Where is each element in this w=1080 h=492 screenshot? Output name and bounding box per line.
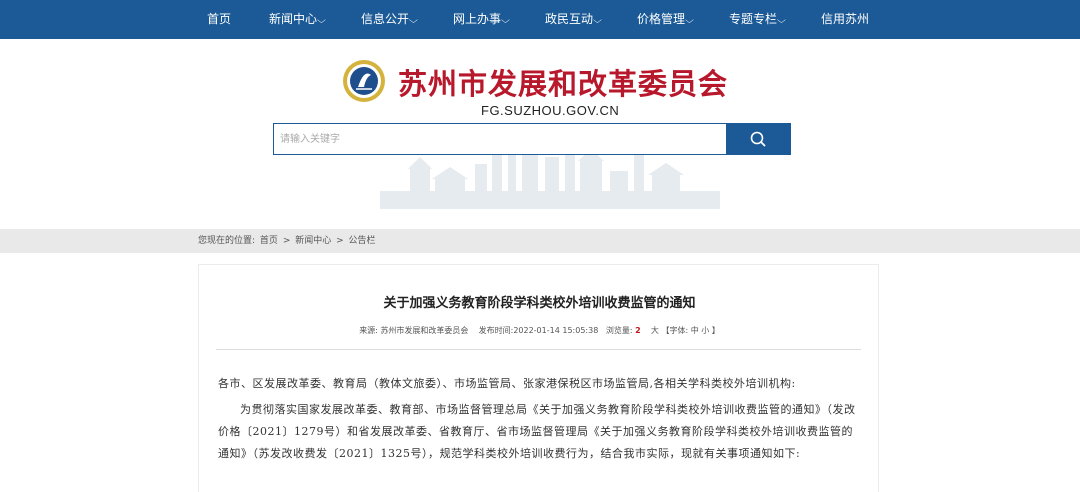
breadcrumb-separator: > (282, 236, 291, 246)
search-icon (750, 131, 766, 147)
article-title: 关于加强义务教育阶段学科类校外培训收费监管的通知 (383, 296, 696, 311)
breadcrumb-prefix: 您现在的位置: (198, 236, 256, 246)
time-label: 发布时间: (478, 326, 514, 335)
breadcrumb-item-home[interactable]: 首页 (260, 236, 278, 246)
breadcrumb: 您现在的位置: 首页 > 新闻中心 > 公告栏 (198, 229, 378, 253)
article-meta: 来源: 苏州市发展和改革委员会 发布时间:2022-01-14 15:05:38… (199, 325, 880, 336)
nav-item-special-topics[interactable]: 专题专栏⌵ (729, 0, 786, 39)
divider (216, 349, 861, 350)
views-label: 浏览量: (605, 326, 633, 335)
nav-item-online-services[interactable]: 网上办事⌵ (453, 0, 510, 39)
article-paragraph: 为贯彻落实国家发展改革委、教育部、市场监督管理总局《关于加强义务教育阶段学科类校… (218, 403, 856, 460)
search-box (273, 123, 727, 155)
chevron-down-icon: ⌵ (592, 16, 602, 26)
chevron-down-icon: ⌵ (684, 16, 694, 26)
article-greeting: 各市、区发展改革委、教育局（教体文旅委）、市场监管局、张家港保税区市场监管局,各… (218, 377, 796, 390)
site-title: 苏州市发展和改革委员会 (398, 67, 729, 101)
breadcrumb-item-news[interactable]: 新闻中心 (295, 236, 331, 246)
chevron-down-icon: ⌵ (408, 16, 418, 26)
breadcrumb-item-notices[interactable]: 公告栏 (349, 236, 376, 246)
nav-item-interaction[interactable]: 政民互动⌵ (545, 0, 602, 39)
nav-item-price-management[interactable]: 价格管理⌵ (637, 0, 694, 39)
nav-item-home[interactable]: 首页 (207, 0, 231, 39)
nav-item-info-disclosure[interactable]: 信息公开⌵ (361, 0, 418, 39)
article-panel: 关于加强义务教育阶段学科类校外培训收费监管的通知 来源: 苏州市发展和改革委员会… (198, 264, 879, 492)
search-input[interactable] (274, 124, 726, 154)
search-button[interactable] (726, 123, 791, 155)
emblem-logo (343, 60, 385, 102)
font-size-controls[interactable]: 大 【字体: 中 小 】 (651, 326, 720, 335)
site-domain: FG.SUZHOU.GOV.CN (481, 103, 620, 118)
top-nav: 首页 新闻中心⌵ 信息公开⌵ 网上办事⌵ 政民互动⌵ 价格管理⌵ 专题专栏⌵ 信… (0, 0, 1080, 39)
nav-item-credit-suzhou[interactable]: 信用苏州 (821, 0, 869, 39)
chevron-down-icon: ⌵ (776, 16, 786, 26)
article-body: 各市、区发展改革委、教育局（教体文旅委）、市场监管局、张家港保税区市场监管局,各… (218, 373, 858, 465)
breadcrumb-separator: > (336, 236, 344, 246)
chevron-down-icon: ⌵ (316, 16, 326, 26)
chevron-down-icon: ⌵ (500, 16, 510, 26)
time-value: 2022-01-14 15:05:38 (513, 326, 599, 335)
views-count: 2 (635, 326, 641, 335)
source-label: 来源: (359, 326, 378, 335)
source-value: 苏州市发展和改革委员会 (380, 326, 469, 335)
nav-item-news[interactable]: 新闻中心⌵ (269, 0, 326, 39)
breadcrumb-bar: 您现在的位置: 首页 > 新闻中心 > 公告栏 (0, 229, 1080, 253)
